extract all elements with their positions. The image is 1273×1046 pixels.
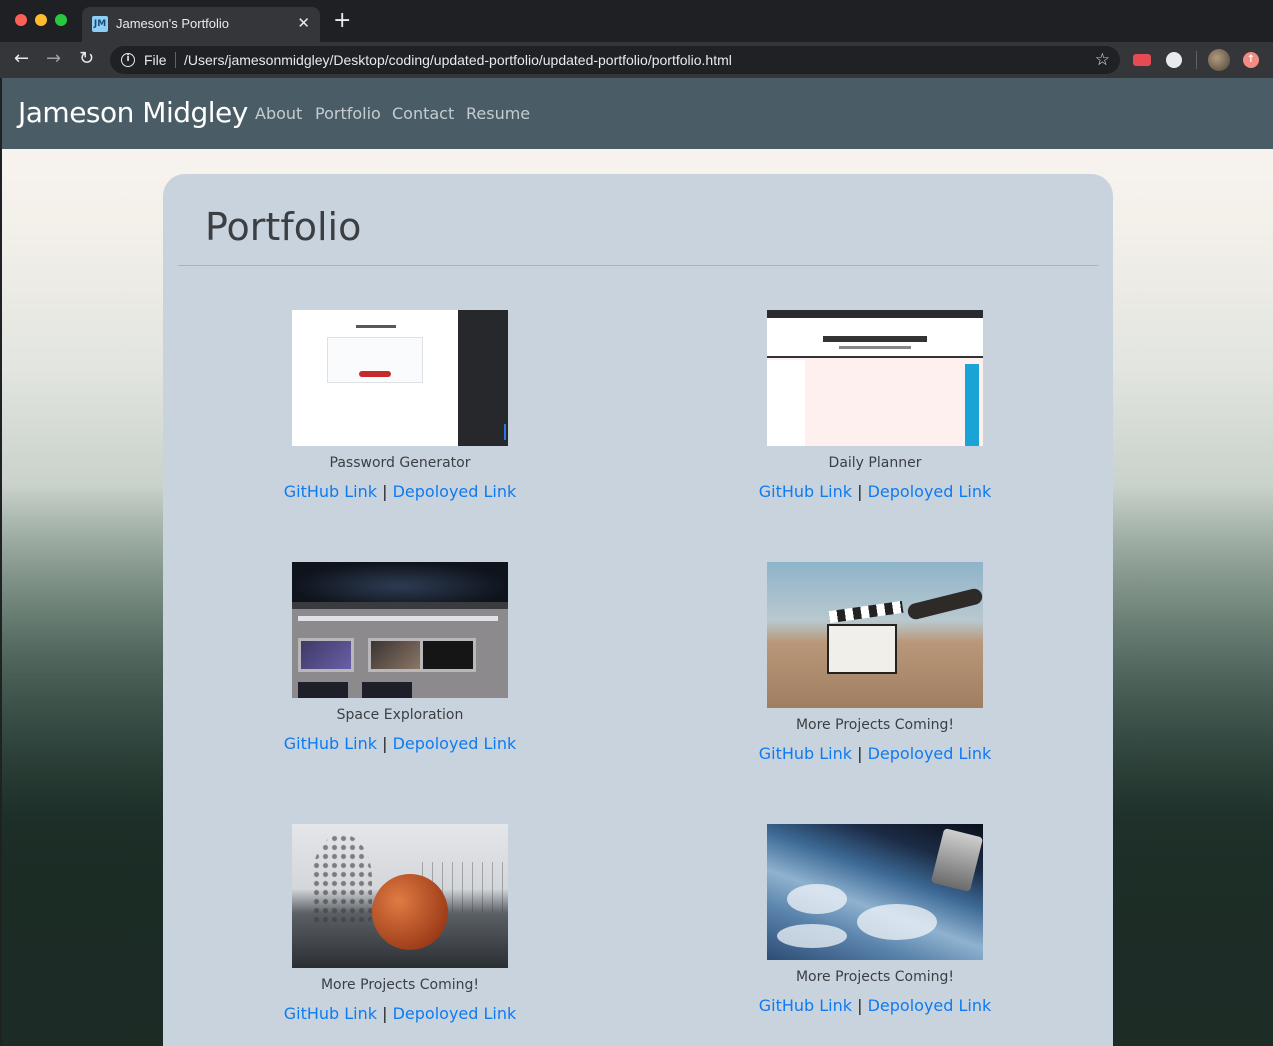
project-caption: More Projects Coming!	[795, 717, 955, 733]
project-caption: More Projects Coming!	[795, 969, 955, 985]
update-icon[interactable]: ↑	[1243, 52, 1259, 68]
info-icon[interactable]: i	[121, 53, 135, 67]
address-bar[interactable]: i File /Users/jamesonmidgley/Desktop/cod…	[110, 46, 1120, 74]
toolbar-divider	[1196, 51, 1197, 69]
browser-toolbar: ← → ↻ i File /Users/jamesonmidgley/Deskt…	[0, 42, 1273, 78]
deployed-link[interactable]: Depoloyed Link	[393, 1004, 517, 1023]
deployed-link[interactable]: Depoloyed Link	[868, 482, 992, 501]
window-minimize-button[interactable]	[35, 14, 47, 26]
tab-title: Jameson's Portfolio	[116, 16, 230, 31]
deployed-link[interactable]: Depoloyed Link	[868, 996, 992, 1015]
project-links: GitHub Link | Depoloyed Link	[755, 995, 995, 1017]
project-card: Space Exploration GitHub Link | Depoloye…	[280, 562, 520, 755]
project-card: Daily Planner GitHub Link | Depoloyed Li…	[755, 310, 995, 503]
deployed-link[interactable]: Depoloyed Link	[393, 482, 517, 501]
link-separator: |	[382, 734, 388, 753]
close-icon[interactable]: ✕	[297, 14, 310, 32]
project-card: More Projects Coming! GitHub Link | Depo…	[280, 824, 520, 1025]
project-card: Password Generator GitHub Link | Depoloy…	[280, 310, 520, 503]
browser-tab-active[interactable]: JM Jameson's Portfolio ✕	[82, 7, 320, 42]
github-link[interactable]: GitHub Link	[759, 482, 852, 501]
window-close-button[interactable]	[15, 14, 27, 26]
project-links: GitHub Link | Depoloyed Link	[755, 743, 995, 765]
github-link[interactable]: GitHub Link	[284, 1004, 377, 1023]
github-link[interactable]: GitHub Link	[759, 996, 852, 1015]
arrow-right-icon[interactable]: →	[46, 48, 61, 70]
project-links: GitHub Link | Depoloyed Link	[280, 1003, 520, 1025]
nav-portfolio[interactable]: Portfolio	[315, 104, 381, 124]
github-link[interactable]: GitHub Link	[759, 744, 852, 763]
project-card: More Projects Coming! GitHub Link | Depo…	[755, 824, 995, 1017]
project-thumbnail	[767, 310, 983, 446]
project-card: More Projects Coming! GitHub Link | Depo…	[755, 562, 995, 765]
nav-contact[interactable]: Contact	[392, 104, 454, 124]
address-divider	[175, 52, 176, 68]
project-caption: Space Exploration	[336, 707, 464, 723]
link-separator: |	[382, 1004, 388, 1023]
link-separator: |	[857, 482, 863, 501]
extension-icon[interactable]	[1166, 52, 1182, 68]
nav-about[interactable]: About	[255, 104, 302, 124]
browser-tab-bar: JM Jameson's Portfolio ✕ +	[0, 0, 1273, 42]
project-thumbnail	[767, 824, 983, 960]
project-caption: More Projects Coming!	[320, 977, 480, 993]
deployed-link[interactable]: Depoloyed Link	[393, 734, 517, 753]
project-links: GitHub Link | Depoloyed Link	[755, 481, 995, 503]
link-separator: |	[382, 482, 388, 501]
project-links: GitHub Link | Depoloyed Link	[280, 481, 520, 503]
project-thumbnail	[292, 310, 508, 446]
page-viewport: Jameson Midgley About Portfolio Contact …	[2, 78, 1273, 1046]
reload-icon[interactable]: ↻	[79, 48, 94, 70]
project-links: GitHub Link | Depoloyed Link	[280, 733, 520, 755]
link-separator: |	[857, 996, 863, 1015]
project-thumbnail	[767, 562, 983, 708]
github-link[interactable]: GitHub Link	[284, 734, 377, 753]
page-title: Portfolio	[205, 205, 362, 249]
deployed-link[interactable]: Depoloyed Link	[868, 744, 992, 763]
site-brand[interactable]: Jameson Midgley	[18, 95, 248, 131]
title-divider	[178, 265, 1098, 266]
url-text[interactable]: /Users/jamesonmidgley/Desktop/coding/upd…	[184, 52, 732, 68]
project-thumbnail	[292, 562, 508, 698]
portfolio-panel: Portfolio Password Generator GitHub Link…	[163, 174, 1113, 1046]
project-caption: Password Generator	[329, 455, 471, 471]
site-navbar: Jameson Midgley About Portfolio Contact …	[2, 78, 1273, 149]
favicon-icon: JM	[92, 16, 108, 32]
project-caption: Daily Planner	[828, 455, 922, 471]
nav-resume[interactable]: Resume	[466, 104, 530, 124]
window-zoom-button[interactable]	[55, 14, 67, 26]
extension-icon[interactable]	[1133, 54, 1151, 66]
github-link[interactable]: GitHub Link	[284, 482, 377, 501]
profile-avatar[interactable]	[1208, 49, 1230, 71]
url-scheme: File	[144, 52, 167, 68]
star-icon[interactable]: ☆	[1095, 50, 1110, 70]
project-thumbnail	[292, 824, 508, 968]
arrow-left-icon[interactable]: ←	[14, 48, 29, 70]
plus-icon[interactable]: +	[333, 10, 351, 32]
link-separator: |	[857, 744, 863, 763]
